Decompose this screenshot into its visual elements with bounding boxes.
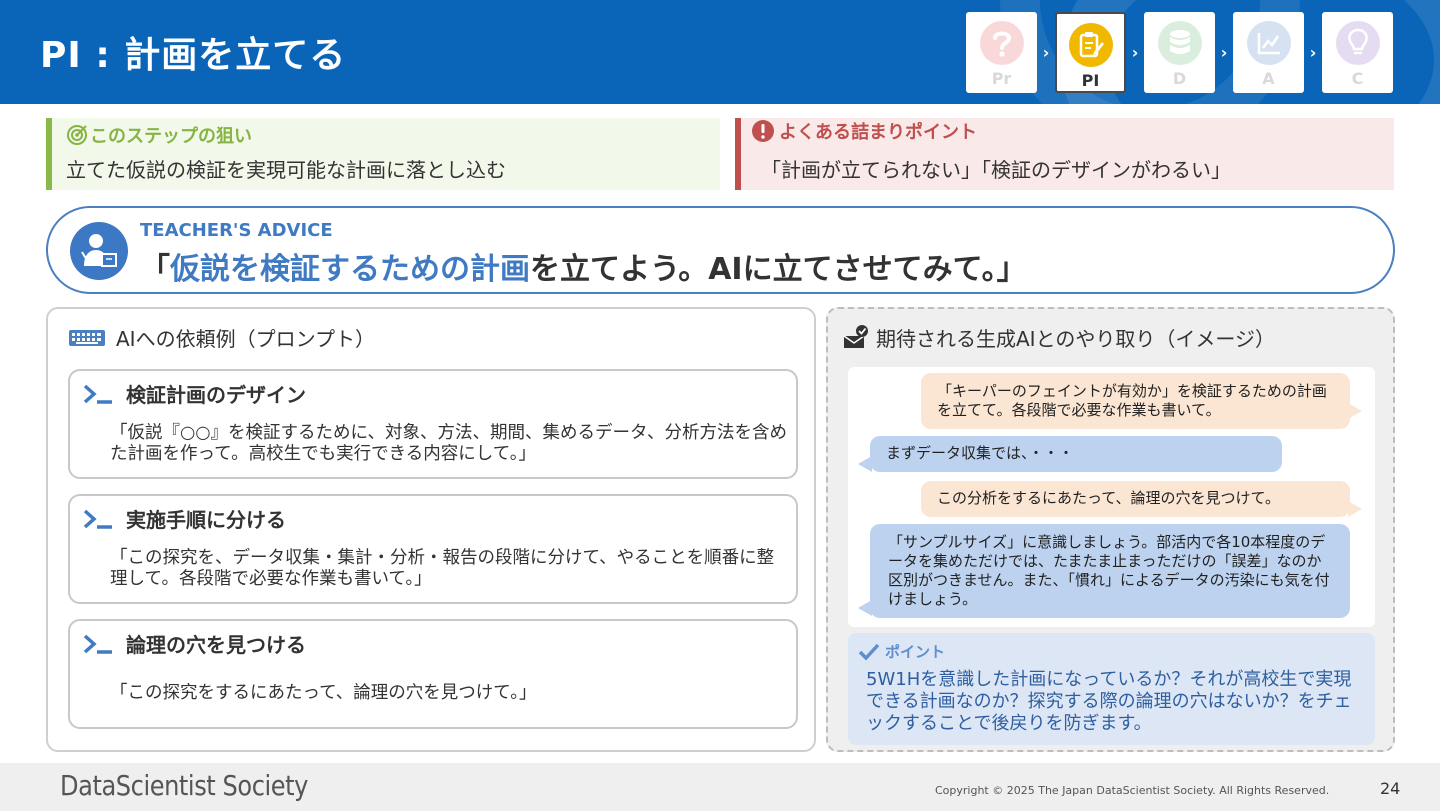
- question-icon: [979, 21, 1024, 65]
- target-icon: [67, 125, 87, 145]
- header-bar: PI : 計画を立てる Pr › PI › D › A › C: [0, 0, 1440, 104]
- exclamation-icon: [752, 120, 774, 142]
- page-title: PI : 計画を立てる: [40, 35, 347, 76]
- copyright-text: Copyright © 2025 The Japan DataScientist…: [935, 784, 1330, 797]
- step-pl[interactable]: PI: [1055, 12, 1126, 93]
- step-label: Pr: [991, 69, 1012, 88]
- checkmark-icon: [858, 643, 880, 661]
- prompt-example-panel: AIへの依頼例（プロンプト） 検証計画のデザイン 「仮説『○○』を検証するために…: [46, 307, 816, 752]
- chat-message-ai: 「サンプルサイズ」に意識しましょう。部活内で各10本程度のデータを集めただけでは…: [870, 524, 1350, 618]
- lightbulb-icon: [1335, 21, 1380, 65]
- brand-logo: DataScientist Society: [60, 769, 308, 802]
- point-text: 5W1Hを意識した計画になっているか？それが高校生で実現できる計画なのか？探究す…: [866, 669, 1352, 734]
- prompt-card: 論理の穴を見つける 「この探究をするにあたって、論理の穴を見つけて。」: [68, 619, 798, 729]
- step-label: A: [1262, 69, 1275, 88]
- step-d[interactable]: D: [1144, 12, 1215, 93]
- chevron-right-icon: ›: [1220, 43, 1228, 62]
- aim-text: 立てた仮説の検証を実現可能な計画に落とし込む: [66, 158, 506, 182]
- chat-area: 「キーパーのフェイントが有効か」を検証するための計画を立てて。各段階で必要な作業…: [848, 367, 1375, 627]
- clipboard-pencil-icon: [1068, 23, 1113, 67]
- page-number: 24: [1380, 779, 1401, 798]
- prompt-card-body: 「この探究をするにあたって、論理の穴を見つけて。」: [110, 683, 537, 703]
- terminal-prompt-icon: [83, 384, 112, 404]
- pitfall-heading: よくある詰まりポイント: [751, 118, 977, 144]
- chat-check-icon: [843, 324, 868, 348]
- teacher-advice: TEACHER'S ADVICE 「仮説を検証するための計画を立てよう。AIに立…: [46, 206, 1395, 294]
- step-pr[interactable]: Pr: [966, 12, 1037, 93]
- pitfall-box: よくある詰まりポイント 「計画が立てられない」「検証のデザインがわるい」: [735, 118, 1394, 190]
- chat-panel-heading: 期待される生成AIとのやり取り（イメージ）: [842, 323, 1275, 352]
- advice-label: TEACHER'S ADVICE: [140, 220, 333, 241]
- step-aim-box: このステップの狙い 立てた仮説の検証を実現可能な計画に落とし込む: [46, 118, 720, 190]
- step-label: C: [1351, 69, 1364, 88]
- advice-message: 「仮説を検証するための計画を立てよう。AIに立てさせてみて。」: [140, 252, 1027, 287]
- point-box: ポイント 5W1Hを意識した計画になっているか？それが高校生で実現できる計画なの…: [848, 633, 1375, 745]
- chevron-right-icon: ›: [1309, 43, 1317, 62]
- footer: DataScientist Society Copyright © 2025 T…: [0, 763, 1440, 811]
- prompt-panel-heading: AIへの依頼例（プロンプト）: [68, 323, 375, 352]
- prompt-card-title: 検証計画のデザイン: [126, 383, 306, 407]
- chat-message-ai: まずデータ収集では、・・・: [870, 436, 1282, 472]
- process-steps: Pr › PI › D › A › C: [966, 12, 1393, 93]
- chat-message-user: 「キーパーのフェイントが有効か」を検証するための計画を立てて。各段階で必要な作業…: [921, 373, 1350, 429]
- chat-example-panel: 期待される生成AIとのやり取り（イメージ） 「キーパーのフェイントが有効か」を検…: [826, 307, 1395, 752]
- prompt-card-body: 「仮説『○○』を検証するために、対象、方法、期間、集めるデータ、分析方法を含めた…: [110, 423, 787, 464]
- prompt-card-title: 実施手順に分ける: [126, 508, 286, 532]
- slide: PI : 計画を立てる Pr › PI › D › A › C このステップの狙…: [0, 0, 1440, 811]
- step-c[interactable]: C: [1322, 12, 1393, 93]
- terminal-prompt-icon: [83, 509, 112, 529]
- step-a[interactable]: A: [1233, 12, 1304, 93]
- chat-message-user: この分析をするにあたって、論理の穴を見つけて。: [921, 481, 1350, 517]
- chevron-right-icon: ›: [1131, 43, 1139, 62]
- chevron-right-icon: ›: [1042, 43, 1050, 62]
- pitfall-text: 「計画が立てられない」「検証のデザインがわるい」: [761, 158, 1231, 182]
- prompt-card-body: 「この探究を、データ収集・集計・分析・報告の段階に分けて、やることを順番に整理し…: [110, 548, 775, 589]
- point-heading: ポイント: [885, 643, 946, 661]
- aim-heading: このステップの狙い: [66, 122, 252, 148]
- database-icon: [1157, 21, 1202, 65]
- teacher-avatar-icon: [70, 222, 128, 280]
- prompt-card-title: 論理の穴を見つける: [126, 633, 306, 657]
- advice-highlight: 仮説を検証するための計画: [170, 252, 530, 287]
- chart-icon: [1246, 21, 1291, 65]
- prompt-card: 検証計画のデザイン 「仮説『○○』を検証するために、対象、方法、期間、集めるデー…: [68, 369, 798, 479]
- terminal-prompt-icon: [83, 634, 112, 654]
- step-label: D: [1172, 69, 1187, 88]
- keyboard-icon: [69, 329, 105, 346]
- step-label: PI: [1081, 71, 1100, 90]
- prompt-card: 実施手順に分ける 「この探究を、データ収集・集計・分析・報告の段階に分けて、やる…: [68, 494, 798, 604]
